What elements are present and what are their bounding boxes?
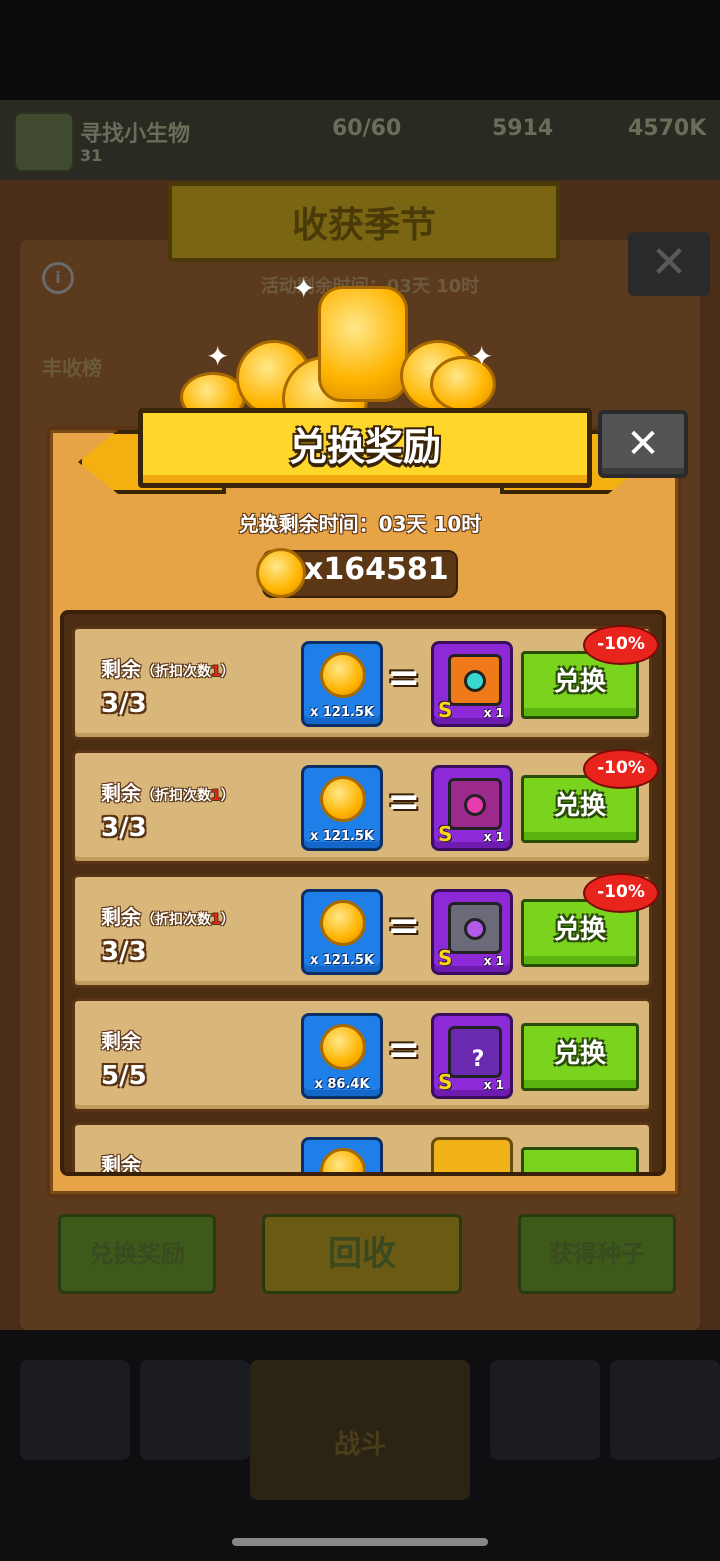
cost-amount: x 121.5K [309,705,375,720]
currency-2-value: 4570K [628,116,707,141]
remaining-label: 剩余（折扣次数1） [101,657,235,681]
cost-card: x 121.5K [301,765,383,851]
cost-card: x 86.4K [301,1013,383,1099]
bg-get-seeds-button: 获得种子 [518,1214,676,1294]
cost-amount: x 121.5K [309,829,375,844]
coin-icon [320,776,366,822]
coin-tower-icon [318,286,408,402]
coin-icon [320,900,366,946]
exchange-row: 剩余（折扣次数1） 3/3 x 121.5K = Sx 1 兑换 -10% [72,625,659,740]
close-button[interactable]: ✕ [598,410,688,478]
reward-card: ? Sx 1 [431,1013,513,1099]
reward-grade: S [438,822,453,846]
sparkle-icon: ✦ [292,272,316,305]
currency-1-value: 5914 [492,116,554,141]
remaining-count: 3/3 [101,937,147,967]
exchange-row: 剩余（折扣次数1） 3/3 x 121.5K = Sx 1 兑换 -10% [72,873,659,988]
reward-qty: x 1 [483,830,504,844]
top-bar [0,0,720,100]
reward-qty: x 1 [483,954,504,968]
sparkle-icon: ✦ [470,340,494,373]
reward-card [431,1137,513,1172]
gem-icon [464,794,486,816]
home-indicator [232,1538,488,1546]
remaining-label: 剩余（折扣次数1） [101,781,235,805]
remaining-count: 3/3 [101,813,147,843]
bg-recycle-button: 回收 [262,1214,462,1294]
reward-card: Sx 1 [431,889,513,975]
dialog-title: 兑换奖励 [288,425,441,469]
season-title: 收获季节 [291,205,436,246]
nav-tab-1 [20,1360,130,1460]
equals-sign: = [387,903,421,949]
nav-tab-4 [490,1360,600,1460]
question-mark: ? [471,1047,485,1072]
energy-value: 60/60 [332,116,402,141]
reward-card: Sx 1 [431,641,513,727]
cost-amount: x 86.4K [314,1077,370,1092]
reward-grade: S [438,698,453,722]
cost-card [301,1137,383,1172]
info-icon: i [42,262,74,294]
player-avatar [14,112,74,172]
reward-qty: x 1 [483,1078,504,1092]
remaining-label: 剩余 [101,1029,141,1053]
reward-grade: S [438,1070,453,1094]
equals-sign: = [387,779,421,825]
coin-icon [256,548,306,598]
coin-icon [320,1148,366,1172]
coin-icon [320,1024,366,1070]
equals-sign: = [387,1027,421,1073]
discount-badge: -10% [583,749,659,789]
exchange-button[interactable] [521,1147,639,1172]
discount-badge: -10% [583,873,659,913]
harvest-rank-label: 丰收榜 [42,356,102,380]
exchange-row: 剩余（折扣次数1） 3/3 x 121.5K = Sx 1 兑换 -10% [72,749,659,864]
bottom-nav: 战斗 [0,1330,720,1561]
exchange-button[interactable]: 兑换 [521,1023,639,1091]
reward-card: Sx 1 [431,765,513,851]
status-bar: 寻找小生物 31 60/60 5914 4570K [0,100,720,180]
nav-tab-battle: 战斗 [250,1360,470,1500]
equals-sign: = [387,655,421,701]
remaining-count: 3/3 [101,689,147,719]
cost-card: x 121.5K [301,889,383,975]
remaining-count: 5/5 [101,1061,147,1091]
sparkle-icon: ✦ [206,340,230,373]
exchange-list[interactable]: 剩余（折扣次数1） 3/3 x 121.5K = Sx 1 兑换 -10% 剩余… [60,610,666,1176]
remaining-label: 剩余（折扣次数1） [101,905,235,929]
exchange-row: 剩余 [72,1122,652,1176]
cost-amount: x 121.5K [309,953,375,968]
player-level: 31 [80,146,103,165]
reward-grade: S [438,946,453,970]
nav-tab-2 [140,1360,250,1460]
remaining-label: 剩余 [101,1153,141,1176]
exchange-timer: 兑换剩余时间：03天 10时 [238,512,482,536]
reward-qty: x 1 [483,706,504,720]
background-close-button: ✕ [628,232,710,296]
exchange-row: 剩余 5/5 x 86.4K = ? Sx 1 兑换 [72,998,652,1112]
coin-balance: x164581 [304,552,449,587]
cost-card: x 121.5K [301,641,383,727]
gem-icon [464,918,486,940]
player-name: 寻找小生物 [80,122,191,147]
bg-exchange-button: 兑换奖励 [58,1214,216,1294]
mystery-chest-icon: ? [448,1026,502,1078]
coin-icon [320,652,366,698]
nav-tab-5 [610,1360,720,1460]
gem-icon [464,670,486,692]
discount-badge: -10% [583,625,659,665]
